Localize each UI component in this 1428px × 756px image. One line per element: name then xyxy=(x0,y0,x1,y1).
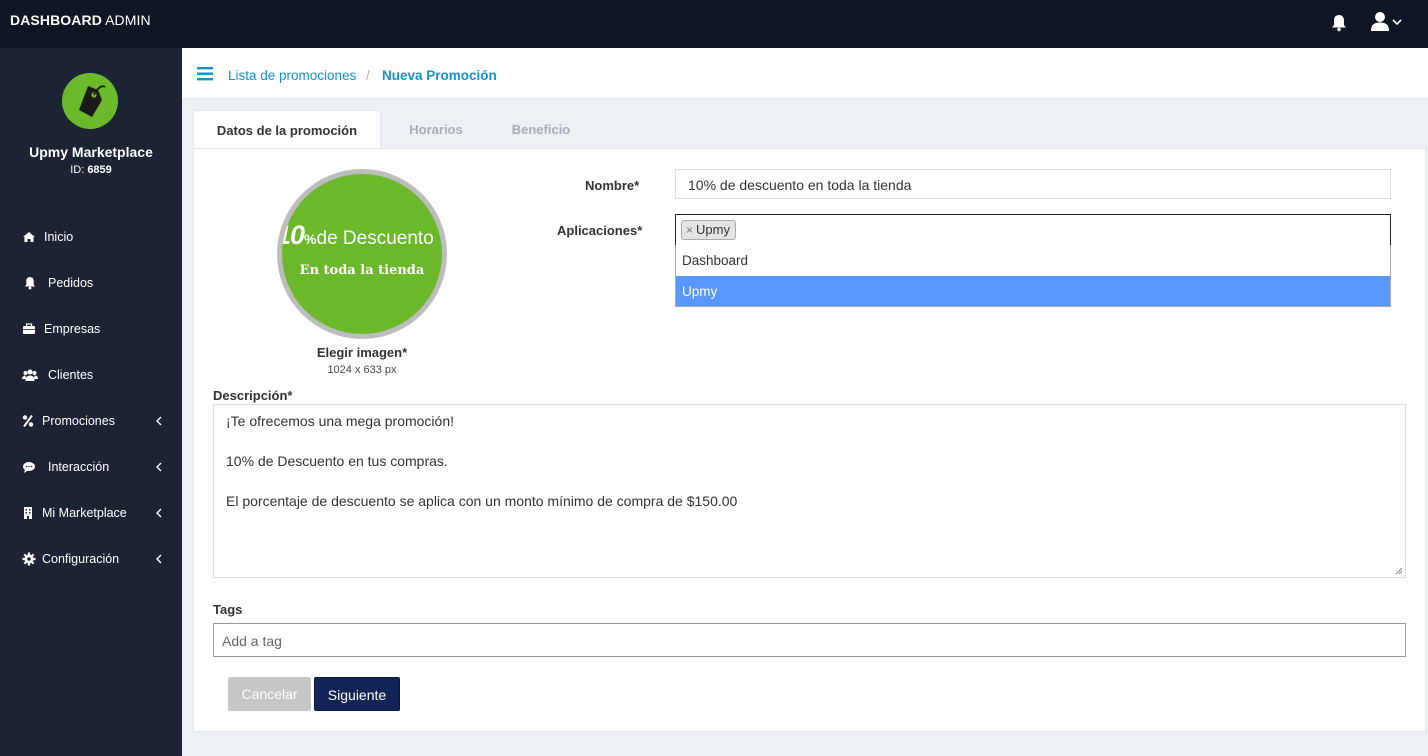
users-icon xyxy=(22,368,38,382)
notifications-bell-icon[interactable] xyxy=(1331,14,1347,32)
next-button[interactable]: Siguiente xyxy=(314,677,400,711)
promotion-image-picker[interactable]: 10%de Descuento En toda la tienda xyxy=(277,169,447,339)
hamburger-menu-icon[interactable] xyxy=(197,67,213,81)
tags-label: Tags xyxy=(213,602,243,617)
sidebar-item-interaccion[interactable]: Interacción xyxy=(0,452,182,482)
org-id: ID: 6859 xyxy=(70,164,112,176)
promotion-image-preview: 10%de Descuento En toda la tienda xyxy=(282,174,442,334)
price-tag-icon xyxy=(79,85,106,117)
tab-datos-de-la-promocion[interactable]: Datos de la promoción xyxy=(193,110,381,149)
sidebar-item-label: Clientes xyxy=(48,368,94,382)
sidebar-item-label: Pedidos xyxy=(48,276,94,290)
applications-multiselect[interactable]: × Upmy xyxy=(675,214,1391,246)
briefcase-icon xyxy=(22,322,36,336)
sidebar-item-empresas[interactable]: Empresas xyxy=(0,314,182,344)
sidebar-item-configuracion[interactable]: Configuración xyxy=(0,544,182,574)
percent-icon xyxy=(22,414,36,428)
top-bar: DASHBOARD ADMIN xyxy=(0,0,1428,48)
description-textarea[interactable]: ¡Te ofrecemos una mega promoción! 10% de… xyxy=(213,404,1406,578)
selected-application-chip: × Upmy xyxy=(681,220,736,240)
chevron-left-icon xyxy=(155,553,163,564)
sidebar-item-label: Promociones xyxy=(42,414,115,428)
comment-icon xyxy=(22,460,36,474)
sidebar-item-label: Empresas xyxy=(44,322,101,336)
option-upmy[interactable]: Upmy xyxy=(676,276,1390,306)
brand-title[interactable]: DASHBOARD ADMIN xyxy=(10,12,151,28)
sidebar-item-clientes[interactable]: Clientes xyxy=(0,360,182,390)
description-line: 10% de Descuento en tus compras. xyxy=(226,453,448,469)
description-line: ¡Te ofrecemos una mega promoción! xyxy=(226,413,454,429)
org-logo xyxy=(62,73,118,129)
org-name: Upmy Marketplace xyxy=(29,144,153,160)
promotion-image-headline: 10%de Descuento xyxy=(282,220,434,250)
sidebar-item-promociones[interactable]: Promociones xyxy=(0,406,182,436)
resize-handle-icon[interactable] xyxy=(1395,567,1403,575)
chip-remove-icon[interactable]: × xyxy=(686,223,693,237)
promotion-image-subline: En toda la tienda xyxy=(299,263,425,278)
breadcrumb-separator: / xyxy=(366,68,370,83)
tab-horarios[interactable]: Horarios xyxy=(392,110,480,149)
chevron-left-icon xyxy=(155,415,163,426)
sidebar-item-inicio[interactable]: Inicio xyxy=(0,222,182,252)
cog-icon xyxy=(22,552,36,566)
bell-icon xyxy=(24,276,38,290)
applications-dropdown: Dashboard Upmy xyxy=(675,245,1391,307)
sidebar: Upmy Marketplace ID: 6859 Inicio Pedidos… xyxy=(0,48,182,756)
tab-beneficio[interactable]: Beneficio xyxy=(496,110,586,149)
building-icon xyxy=(22,506,36,520)
description-line: El porcentaje de descuento se aplica con… xyxy=(226,493,738,509)
description-label: Descripción* xyxy=(213,388,293,403)
breadcrumb-current: Nueva Promoción xyxy=(382,68,497,83)
option-dashboard[interactable]: Dashboard xyxy=(676,245,1390,275)
sidebar-item-mi-marketplace[interactable]: Mi Marketplace xyxy=(0,498,182,528)
breadcrumb: Lista de promociones / Nueva Promoción xyxy=(182,48,1428,99)
sidebar-item-label: Inicio xyxy=(44,230,74,244)
sidebar-item-label: Mi Marketplace xyxy=(42,506,127,520)
choose-image-label[interactable]: Elegir imagen* xyxy=(277,345,447,360)
breadcrumb-parent-link[interactable]: Lista de promociones xyxy=(228,68,356,83)
home-icon xyxy=(22,230,36,244)
chevron-left-icon xyxy=(155,507,163,518)
sidebar-item-pedidos[interactable]: Pedidos xyxy=(0,268,182,298)
tags-input[interactable]: Add a tag xyxy=(213,623,1406,657)
applications-label: Aplicaciones* xyxy=(557,223,643,238)
user-icon xyxy=(1371,12,1402,31)
name-label: Nombre* xyxy=(585,178,640,193)
image-size-hint: 1024 x 633 px xyxy=(327,364,397,376)
sidebar-item-label: Configuración xyxy=(42,552,120,566)
name-input[interactable]: 10% de descuento en toda la tienda xyxy=(675,169,1391,199)
chevron-left-icon xyxy=(155,461,163,472)
user-menu-button[interactable] xyxy=(1370,11,1404,33)
cancel-button[interactable]: Cancelar xyxy=(228,677,311,711)
sidebar-item-label: Interacción xyxy=(48,460,110,474)
